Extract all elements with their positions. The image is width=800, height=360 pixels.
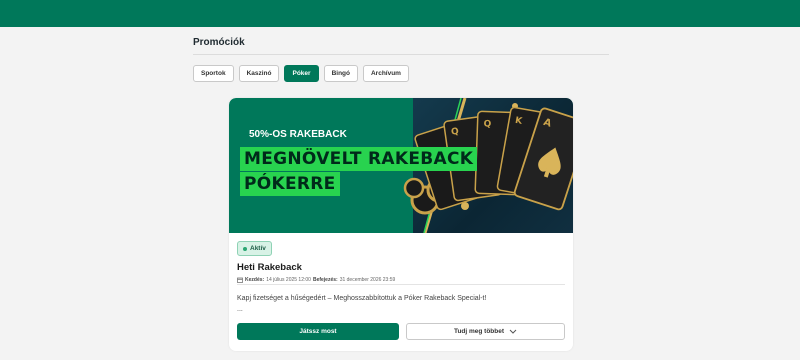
banner-subtitle: 50%-OS RAKEBACK: [249, 129, 347, 140]
promotion-banner[interactable]: Q Q K A 50%-OS RAKEBACK MEGNÖVELT RAKEBA…: [229, 98, 573, 233]
play-now-button[interactable]: Játssz most: [237, 323, 399, 340]
chevron-down-icon: [509, 329, 517, 334]
banner-title-line2: PÓKERRE: [240, 172, 340, 196]
tab-archivum[interactable]: Archívum: [362, 65, 409, 82]
calendar-icon: [237, 277, 243, 283]
learn-more-button[interactable]: Tudj meg többet: [406, 323, 565, 340]
category-tabs: Sportok Kaszinó Póker Bingó Archívum: [193, 65, 409, 82]
promotion-card: Q Q K A 50%-OS RAKEBACK MEGNÖVELT RAKEBA…: [229, 98, 573, 351]
end-date-value: 31 december 2026 23:59: [339, 277, 396, 283]
learn-more-label: Tudj meg többet: [453, 328, 505, 335]
status-dot-icon: [243, 246, 247, 251]
title-divider: [193, 54, 609, 55]
page-title: Promóciók: [193, 37, 245, 48]
status-badge: Aktív: [237, 241, 272, 256]
description-ellipsis: ...: [237, 306, 243, 313]
status-label: Aktív: [250, 245, 266, 252]
svg-text:Q: Q: [483, 119, 491, 129]
tab-poker[interactable]: Póker: [284, 65, 319, 82]
promotion-title: Heti Rakeback: [237, 262, 302, 273]
card-divider: [237, 284, 565, 285]
banner-title-line1: MEGNÖVELT RAKEBACK: [240, 147, 478, 171]
tab-bingo[interactable]: Bingó: [323, 65, 358, 82]
tab-kaszino[interactable]: Kaszinó: [238, 65, 280, 82]
end-date-label: Befejezés:: [312, 277, 338, 283]
promotion-description: Kapj fizetséget a hűségedért – Meghossza…: [237, 295, 487, 302]
start-date-value: 14 július 2025 12:00: [266, 277, 311, 283]
tab-sportok[interactable]: Sportok: [193, 65, 234, 82]
start-date-label: Kezdés:: [245, 277, 265, 283]
top-navigation-bar: [0, 0, 800, 27]
promotion-dates: Kezdés: 14 július 2025 12:00 Befejezés: …: [237, 277, 395, 283]
